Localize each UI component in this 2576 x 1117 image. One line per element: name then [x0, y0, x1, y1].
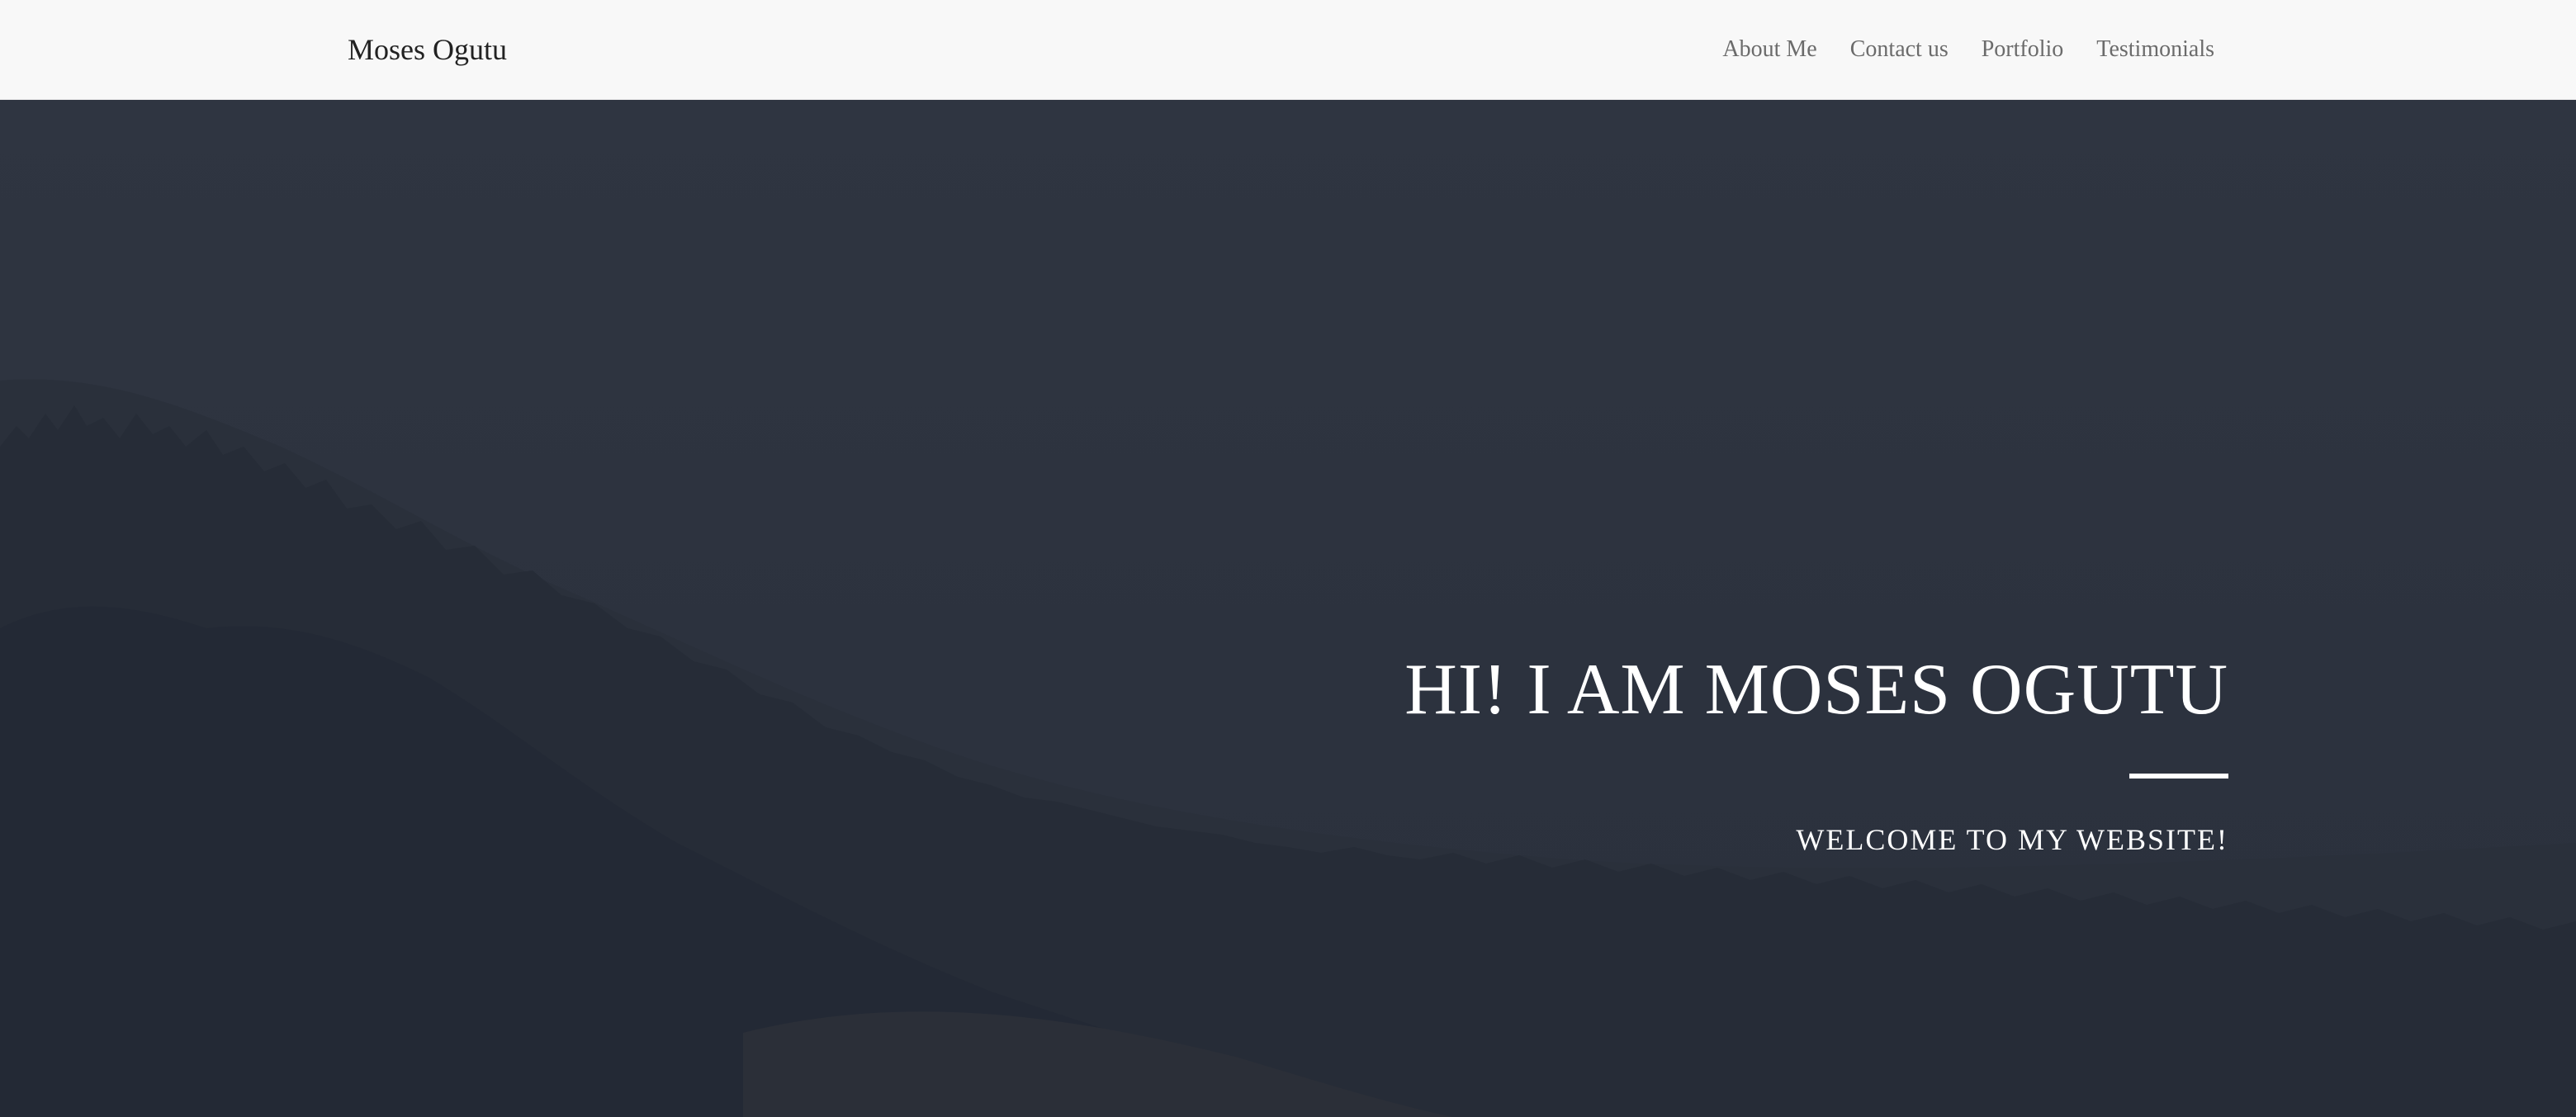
hero-subtitle: WELCOME TO MY WEBSITE!	[1796, 823, 2228, 856]
hero-background-image	[0, 100, 2576, 1117]
nav-link-contact-us[interactable]: Contact us	[1850, 36, 1949, 62]
nav-link-testimonials[interactable]: Testimonials	[2096, 36, 2214, 62]
nav-link-about-me[interactable]: About Me	[1722, 36, 1816, 62]
top-navbar: Moses Ogutu About Me Contact us Portfoli…	[0, 0, 2576, 100]
brand-link[interactable]: Moses Ogutu	[348, 30, 507, 69]
nav-link-portfolio[interactable]: Portfolio	[1982, 36, 2064, 62]
nav-item-portfolio: Portfolio	[1982, 33, 2064, 66]
nav-links: About Me Contact us Portfolio Testimonia…	[1722, 33, 2214, 66]
nav-item-contact: Contact us	[1850, 33, 1949, 66]
hero-divider	[2129, 774, 2228, 779]
hero-section: HI! I AM MOSES OGUTU WELCOME TO MY WEBSI…	[0, 100, 2576, 1117]
nav-item-testimonials: Testimonials	[2096, 33, 2214, 66]
hero-content: HI! I AM MOSES OGUTU WELCOME TO MY WEBSI…	[1073, 645, 2228, 858]
nav-item-about: About Me	[1722, 33, 1816, 66]
hero-title: HI! I AM MOSES OGUTU	[1404, 650, 2228, 730]
